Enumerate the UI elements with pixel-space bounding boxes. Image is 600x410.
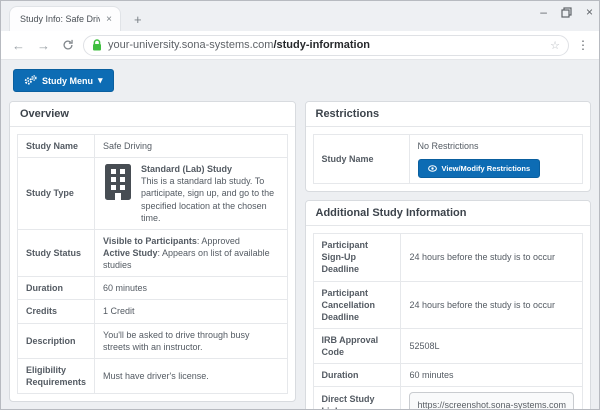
study-type-label: Study Type (16, 157, 96, 230)
credits-label: Credits (16, 299, 96, 324)
irb-code-label: IRB Approval Code (312, 327, 402, 365)
cancellation-deadline-value: 24 hours before the study is to occur (400, 280, 583, 329)
additional-info-title: Additional Study Information (305, 201, 590, 227)
duration-label: Duration (16, 276, 96, 301)
table-row: Direct Study Link https://screenshot.son… (312, 386, 583, 409)
table-row: Study Name Safe Driving (16, 133, 288, 159)
table-row: Duration 60 minutes (312, 363, 583, 388)
eligibility-value: Must have driver's license. (94, 357, 288, 395)
direct-study-link-field[interactable]: https://screenshot.sona-systems.com (409, 392, 574, 409)
study-name-value: Safe Driving (94, 133, 288, 159)
overview-table: Study Name Safe Driving Study Type Stand… (16, 133, 288, 395)
cogs-icon (24, 75, 37, 86)
restrictions-table: Study Name No Restrictions View/Modify R… (312, 133, 583, 185)
back-icon[interactable]: ← (9, 38, 28, 53)
direct-link-label: Direct Study Link (312, 386, 402, 409)
table-row: Study Type Standard (Lab) Study This is … (16, 157, 288, 230)
study-type-text: Standard (Lab) Study This is a standard … (141, 164, 275, 223)
additional-info-panel: Additional Study Information Participant… (304, 200, 591, 409)
page-content: Study Menu ▾ Overview Study Name Safe Dr… (1, 60, 599, 409)
lock-icon (92, 39, 102, 51)
restrictions-panel: Restrictions Study Name No Restrictions (304, 101, 591, 193)
table-row: Study Name No Restrictions View/Modify R… (312, 133, 583, 185)
view-modify-restrictions-button[interactable]: View/Modify Restrictions (417, 159, 541, 179)
restore-button[interactable] (561, 6, 572, 18)
restrictions-title: Restrictions (305, 102, 590, 127)
building-icon (103, 163, 133, 201)
irb-code-value: 52508L (400, 327, 583, 365)
table-row: Participant Sign-Up Deadline 24 hours be… (312, 233, 583, 282)
url-text: your-university.sona-systems.com/study-i… (108, 39, 371, 51)
description-value: You'll be asked to drive through busy st… (94, 322, 288, 359)
tab-close-icon[interactable]: × (104, 14, 114, 25)
table-row: Eligibility Requirements Must have drive… (16, 357, 288, 395)
forward-icon[interactable]: → (34, 38, 53, 53)
duration-value: 60 minutes (94, 276, 288, 301)
study-status-value: Visible to Participants: Approved Active… (94, 228, 288, 278)
eligibility-label: Eligibility Requirements (16, 357, 96, 395)
browser-window: Study Info: Safe Driving × + – × ← → (0, 0, 600, 410)
table-row: Duration 60 minutes (16, 276, 288, 301)
restrictions-value: No Restrictions (417, 141, 479, 151)
table-row: Study Status Visible to Participants: Ap… (16, 228, 288, 278)
cancellation-deadline-label: Participant Cancellation Deadline (312, 280, 402, 329)
tab-study-info[interactable]: Study Info: Safe Driving × (9, 6, 121, 31)
close-button[interactable]: × (586, 5, 593, 19)
restrictions-row-label: Study Name (312, 133, 410, 185)
signup-deadline-label: Participant Sign-Up Deadline (312, 233, 402, 282)
additional-duration-label: Duration (312, 363, 402, 388)
study-status-label: Study Status (16, 228, 96, 278)
tab-title: Study Info: Safe Driving (20, 14, 100, 24)
browser-menu-icon[interactable]: ⋮ (575, 38, 591, 52)
study-name-label: Study Name (16, 133, 96, 159)
description-label: Description (16, 322, 96, 359)
study-menu-button[interactable]: Study Menu ▾ (13, 69, 114, 92)
bookmark-star-icon[interactable]: ☆ (550, 39, 560, 52)
additional-duration-value: 60 minutes (400, 363, 583, 388)
address-input[interactable]: your-university.sona-systems.com/study-i… (83, 34, 569, 56)
credits-value: 1 Credit (94, 299, 288, 324)
minimize-button[interactable]: – (540, 6, 547, 18)
table-row: Description You'll be asked to drive thr… (16, 322, 288, 359)
table-row: Credits 1 Credit (16, 299, 288, 324)
caret-down-icon: ▾ (98, 75, 103, 85)
reload-icon[interactable] (59, 39, 77, 51)
tab-strip: Study Info: Safe Driving × + – × (1, 1, 599, 31)
table-row: IRB Approval Code 52508L (312, 327, 583, 365)
window-controls: – × (540, 5, 593, 19)
new-tab-button[interactable]: + (129, 12, 147, 27)
overview-panel: Overview Study Name Safe Driving Study T… (9, 101, 296, 403)
url-bar: ← → your-university.sona-systems.com/stu… (1, 31, 599, 60)
overview-title: Overview (10, 102, 295, 127)
signup-deadline-value: 24 hours before the study is to occur (400, 233, 583, 282)
additional-info-table: Participant Sign-Up Deadline 24 hours be… (312, 233, 583, 409)
table-row: Participant Cancellation Deadline 24 hou… (312, 280, 583, 329)
eye-icon (427, 165, 437, 172)
